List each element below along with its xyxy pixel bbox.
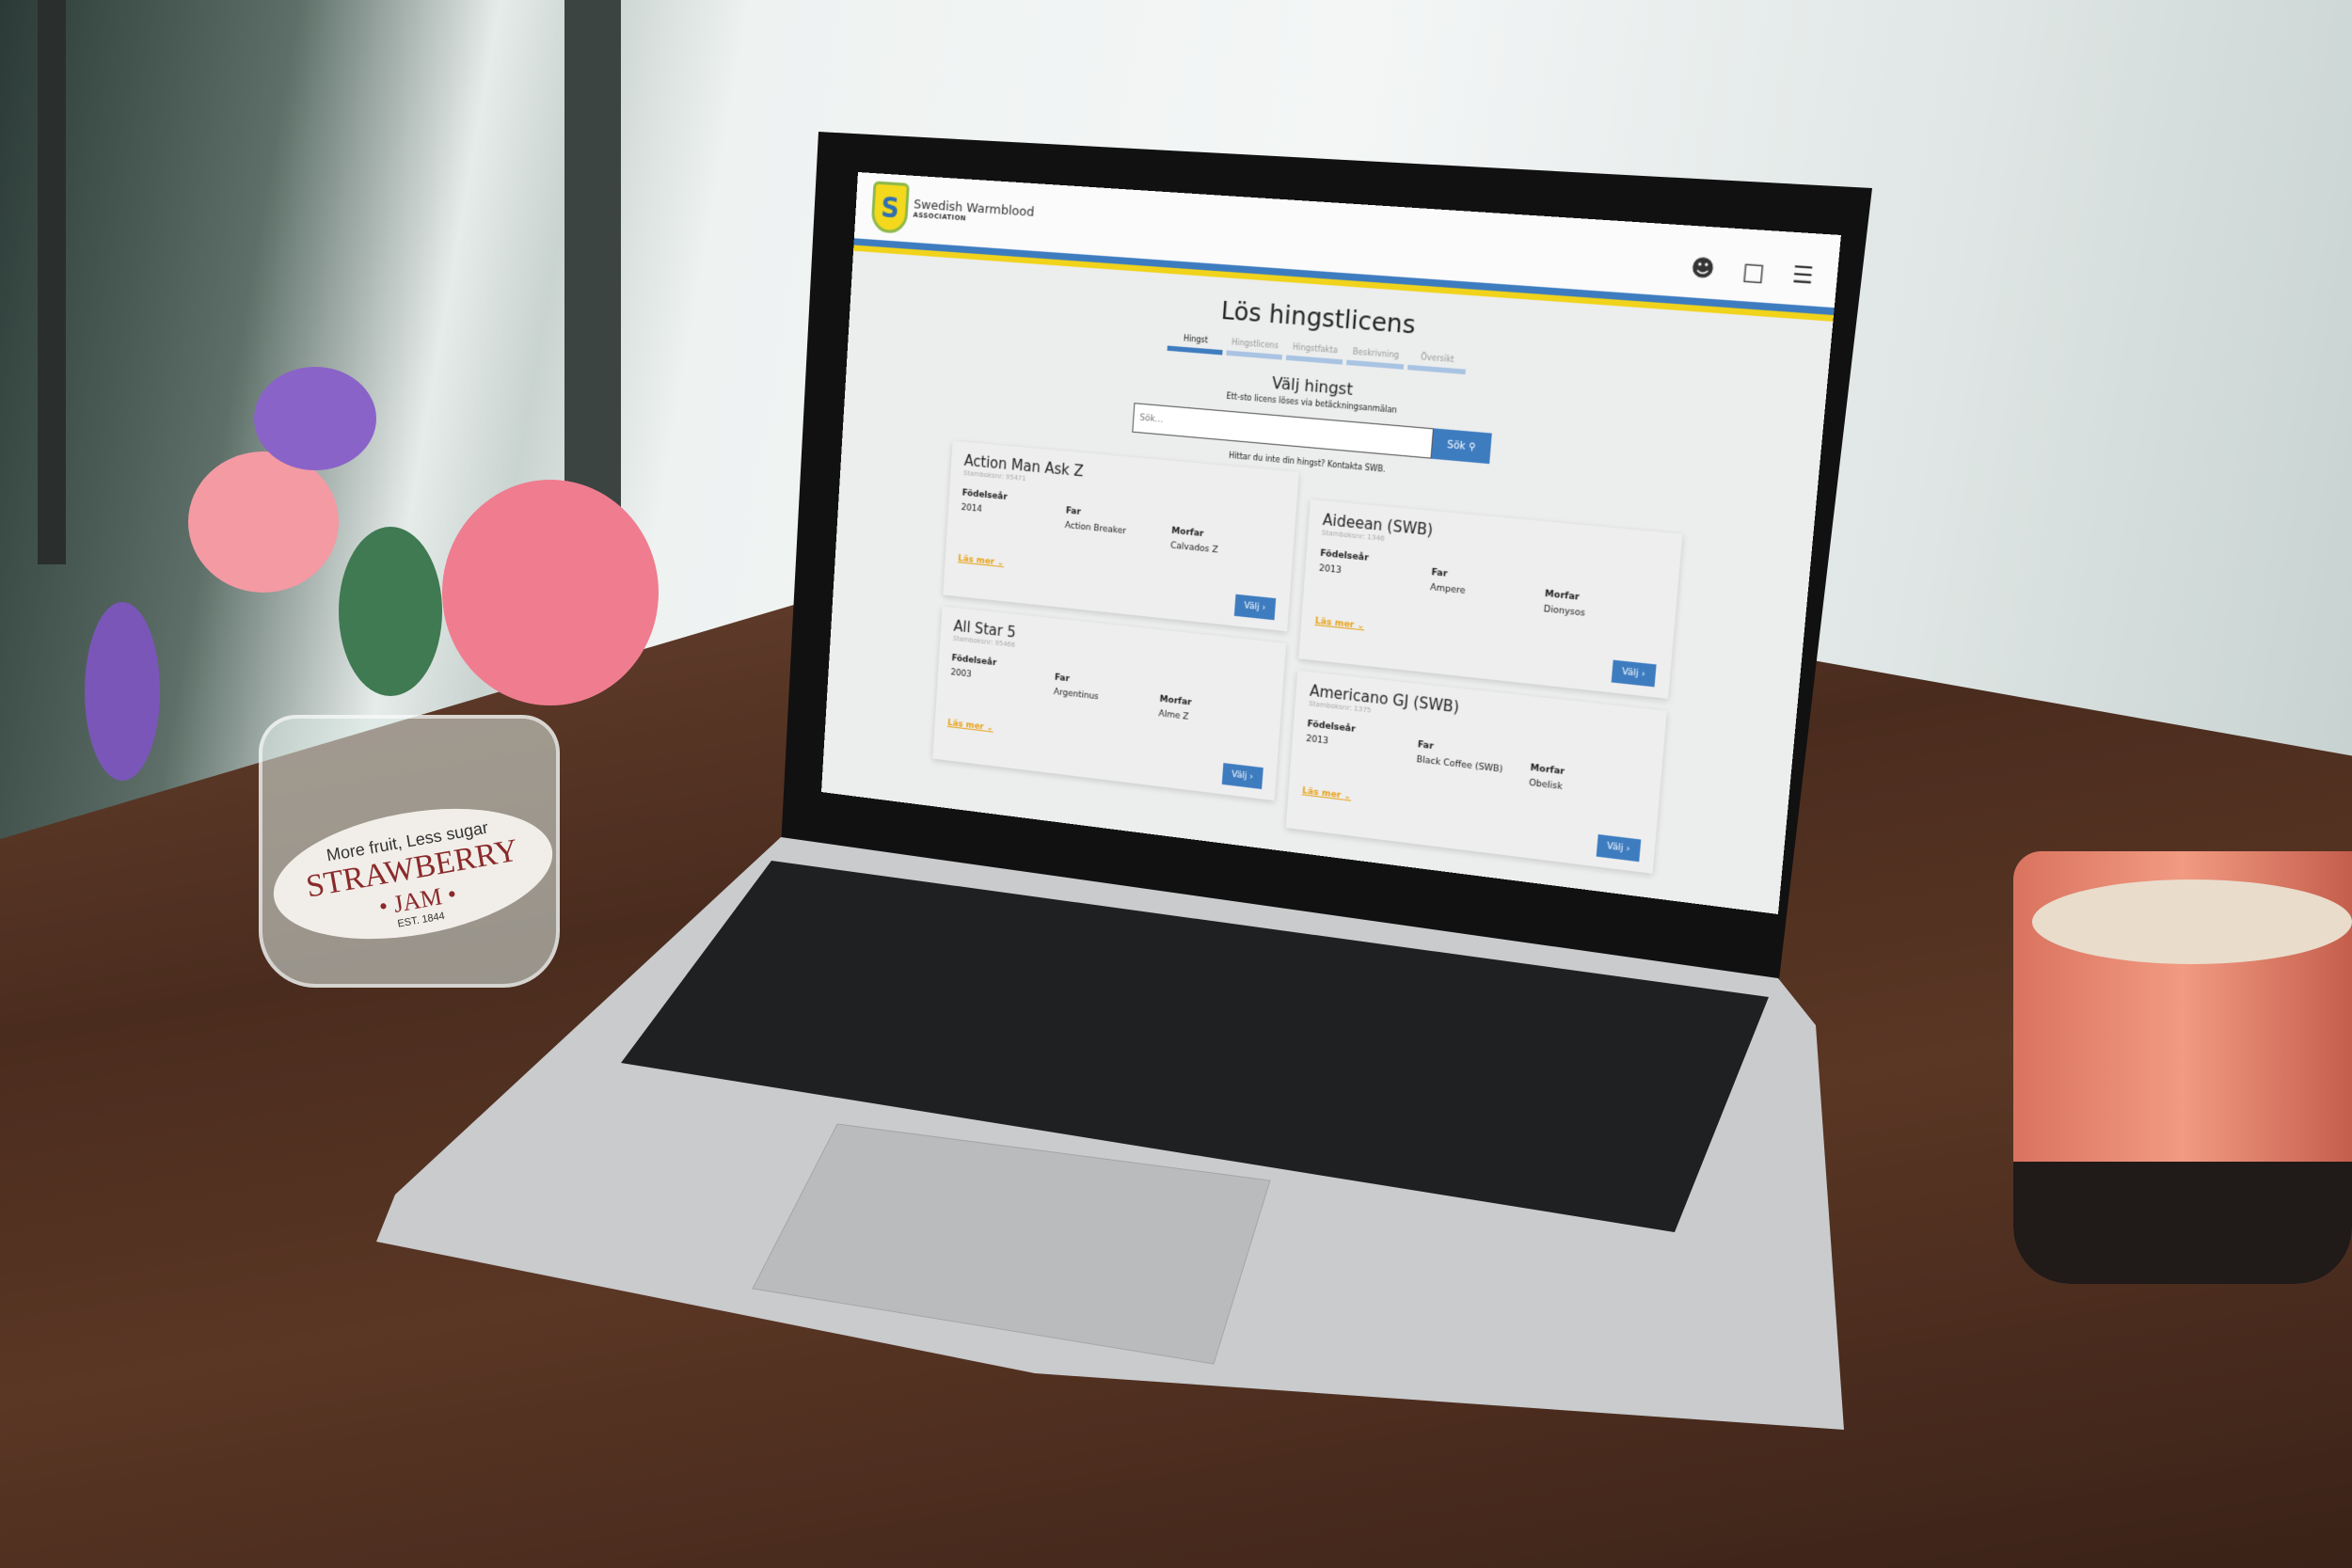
field-value: 2013 bbox=[1318, 563, 1343, 577]
read-more-link[interactable]: Läs mer ⌄ bbox=[947, 719, 993, 734]
father-field: Far Ampere bbox=[1429, 568, 1546, 615]
card-column: Action Man Ask Z Stamboksnr: 95471 Födel… bbox=[930, 440, 1299, 838]
morfar-field: Morfar Calvados Z bbox=[1170, 526, 1280, 562]
select-button[interactable]: Välj › bbox=[1233, 594, 1277, 621]
read-more-label: Läs mer bbox=[957, 553, 995, 568]
morfar-field: Morfar Alme Z bbox=[1158, 694, 1268, 731]
morfar-field: Morfar Obelisk bbox=[1529, 763, 1646, 801]
read-more-label: Läs mer bbox=[1301, 785, 1342, 801]
birth-year-field: Födelseår 2014 bbox=[960, 488, 1067, 540]
jam-jar: More fruit, Less sugar STRAWBERRY • JAM … bbox=[259, 715, 564, 988]
search-button[interactable]: Sök ⚲ bbox=[1431, 428, 1492, 465]
chevron-down-icon: ⌄ bbox=[1357, 621, 1365, 632]
birth-year-field: Födelseår 2013 bbox=[1317, 548, 1432, 603]
step-beskrivning[interactable]: Beskrivning bbox=[1346, 347, 1405, 370]
step-bar bbox=[1285, 355, 1343, 365]
coffee-mug bbox=[2013, 851, 2352, 1284]
read-more-label: Läs mer bbox=[946, 718, 984, 733]
horse-card: Aideean (SWB) Stamboksnr: 1346 Födelseår… bbox=[1298, 499, 1683, 699]
father-field: Far Argentinus bbox=[1053, 673, 1161, 719]
step-hingst[interactable]: Hingst bbox=[1167, 333, 1224, 356]
menu-icon[interactable]: ☰ bbox=[1791, 262, 1815, 291]
father-field: Far Black Coffee (SWB) bbox=[1415, 740, 1532, 788]
field-value: Obelisk bbox=[1528, 778, 1564, 793]
field-value: Action Breaker bbox=[1064, 520, 1127, 537]
morfar-field: Morfar Dionysos bbox=[1543, 589, 1661, 626]
step-bar bbox=[1226, 350, 1283, 360]
eucalyptus-leaves bbox=[339, 527, 442, 696]
shopping-bag-icon[interactable]: □ bbox=[1741, 259, 1766, 287]
step-hingstlicens[interactable]: Hingstlicens bbox=[1226, 338, 1283, 360]
birth-year-field: Födelseår 2003 bbox=[949, 654, 1056, 706]
swb-logo[interactable]: S Swedish Warmblood ASSOCIATION bbox=[870, 181, 1035, 243]
field-value: Dionysos bbox=[1543, 604, 1586, 619]
field-value: 2013 bbox=[1305, 734, 1329, 747]
step-label: Hingstlicens bbox=[1231, 337, 1279, 351]
horse-card: Americano GJ (SWB) Stamboksnr: 1375 Föde… bbox=[1285, 670, 1667, 874]
select-button[interactable]: Välj › bbox=[1611, 659, 1657, 688]
field-value: Ampere bbox=[1429, 582, 1466, 597]
field-value: Argentinus bbox=[1053, 687, 1100, 703]
laptop-screen: S Swedish Warmblood ASSOCIATION ☻ □ ☰ Lös… bbox=[821, 172, 1841, 914]
field-value: 2003 bbox=[950, 668, 972, 680]
chevron-down-icon: ⌄ bbox=[1343, 791, 1352, 802]
search-button-label: Sök bbox=[1446, 438, 1467, 452]
select-button[interactable]: Välj › bbox=[1221, 763, 1263, 790]
crown-shield-icon: S bbox=[870, 181, 910, 234]
chevron-down-icon: ⌄ bbox=[996, 558, 1005, 569]
read-more-link[interactable]: Läs mer ⌄ bbox=[1314, 616, 1364, 631]
step-label: Översikt bbox=[1420, 352, 1454, 365]
field-value: Alme Z bbox=[1158, 708, 1189, 722]
statice-flower bbox=[85, 602, 160, 781]
step-bar bbox=[1346, 359, 1405, 370]
carnation-flower bbox=[442, 480, 659, 705]
field-value: Calvados Z bbox=[1169, 541, 1218, 556]
father-field: Far Action Breaker bbox=[1064, 506, 1173, 550]
birth-year-field: Födelseår 2013 bbox=[1304, 720, 1418, 775]
horse-card: Action Man Ask Z Stamboksnr: 95471 Födel… bbox=[943, 440, 1299, 632]
jar-label: More fruit, Less sugar STRAWBERRY • JAM … bbox=[262, 788, 564, 959]
step-oversikt[interactable]: Översikt bbox=[1407, 352, 1467, 375]
read-more-label: Läs mer bbox=[1314, 616, 1355, 631]
step-label: Hingstfakta bbox=[1292, 342, 1339, 356]
select-button[interactable]: Välj › bbox=[1596, 833, 1642, 863]
search-icon: ⚲ bbox=[1468, 440, 1477, 453]
card-column: Aideean (SWB) Stamboksnr: 1346 Födelseår… bbox=[1285, 499, 1683, 886]
read-more-link[interactable]: Läs mer ⌄ bbox=[1302, 786, 1352, 802]
horse-card: All Star 5 Stamboksnr: 95466 Födelseår 20… bbox=[932, 606, 1287, 801]
step-label: Hingst bbox=[1183, 333, 1209, 345]
logo-text: Swedish Warmblood ASSOCIATION bbox=[913, 198, 1034, 229]
step-hingstfakta[interactable]: Hingstfakta bbox=[1285, 342, 1344, 365]
statice-flower bbox=[254, 367, 376, 470]
mug-band bbox=[2013, 1162, 2352, 1284]
read-more-link[interactable]: Läs mer ⌄ bbox=[958, 554, 1005, 568]
step-bar bbox=[1167, 345, 1223, 356]
step-bar bbox=[1407, 364, 1466, 375]
chevron-down-icon: ⌄ bbox=[986, 722, 994, 734]
user-icon[interactable]: ☻ bbox=[1690, 255, 1716, 283]
carnation-flower bbox=[188, 451, 339, 593]
step-label: Beskrivning bbox=[1352, 347, 1400, 360]
coffee bbox=[2032, 879, 2352, 964]
field-value: 2014 bbox=[961, 502, 983, 515]
